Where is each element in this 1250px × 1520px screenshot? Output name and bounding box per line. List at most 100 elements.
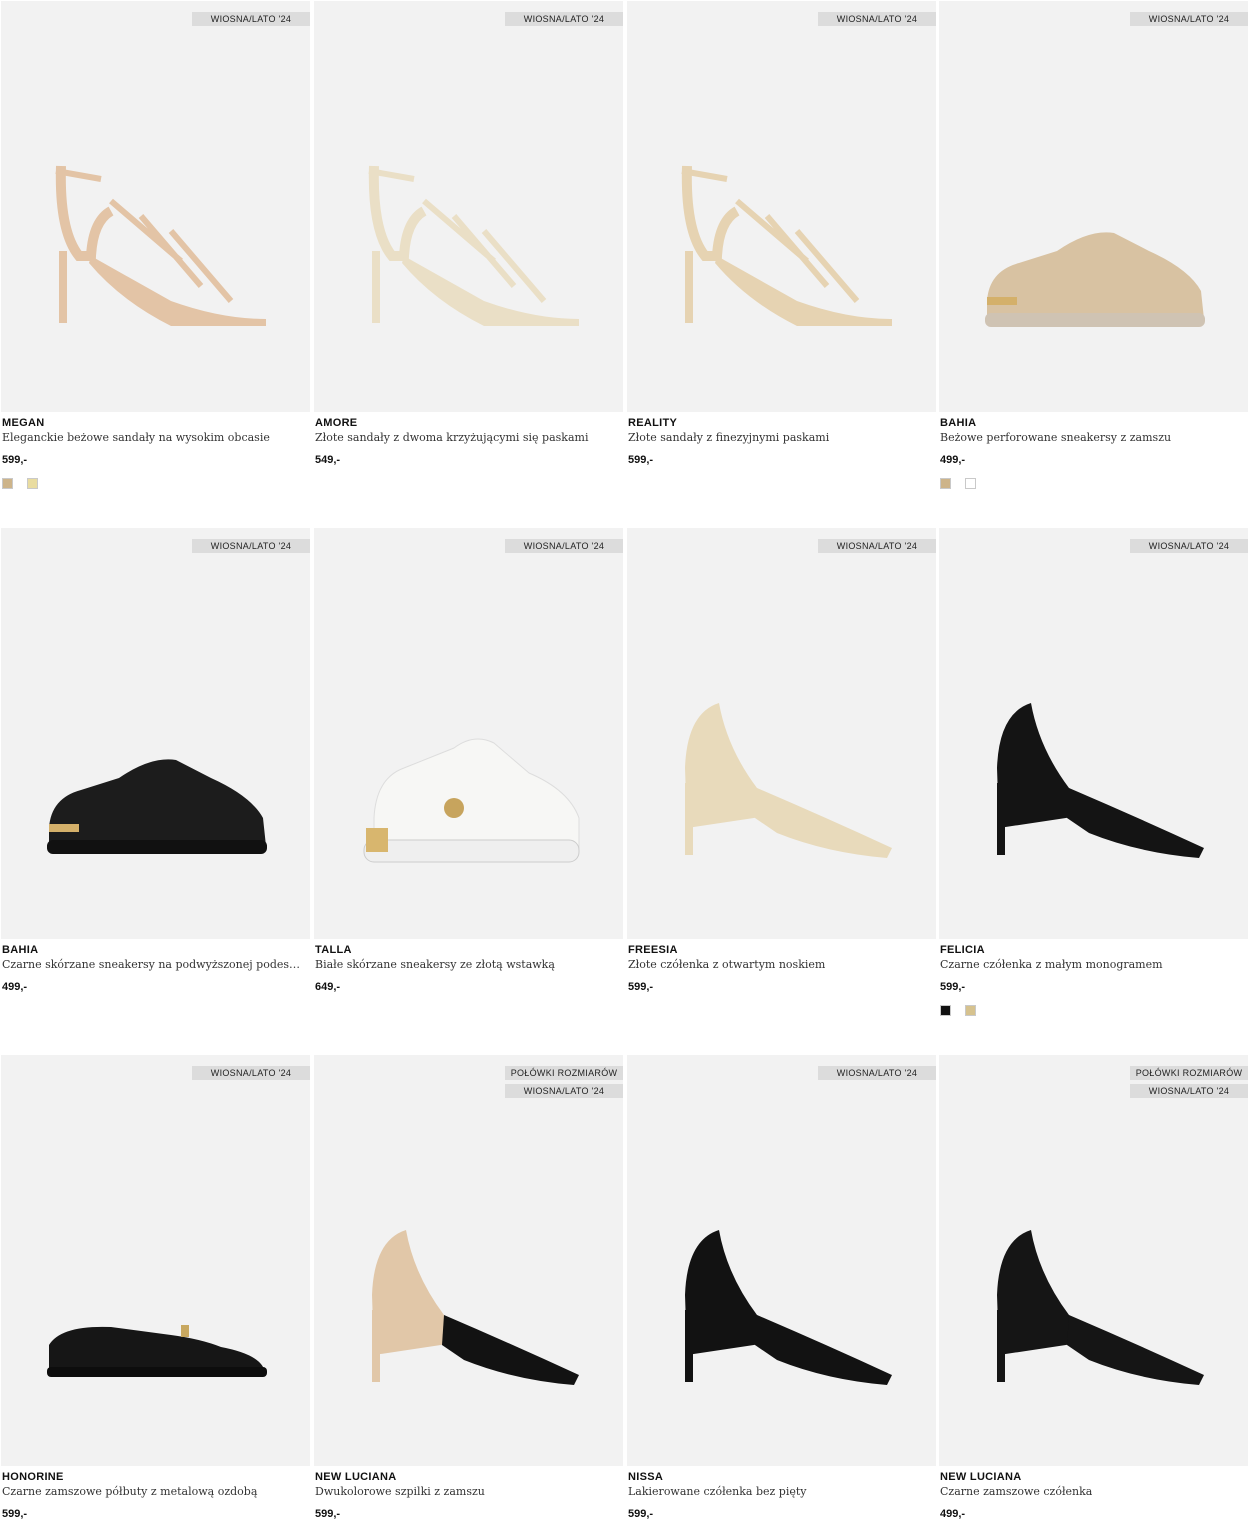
color-swatch[interactable]: [940, 478, 951, 489]
product-name[interactable]: NEW LUCIANA: [940, 1471, 1248, 1483]
product-image[interactable]: POŁÓWKI ROZMIARÓW WIOSNA/LATO '24: [314, 1055, 623, 1466]
product-description[interactable]: Beżowe perforowane sneakersy z zamszu: [940, 431, 1240, 444]
product-name[interactable]: TALLA: [315, 944, 623, 956]
product-card[interactable]: WIOSNA/LATO '24 NISSA Lakierowane czółenka…: [627, 1055, 936, 1520]
product-image[interactable]: WIOSNA/LATO '24: [314, 1, 623, 412]
product-card[interactable]: POŁÓWKI ROZMIARÓW WIOSNA/LATO '24 NEW LUCI…: [939, 1055, 1248, 1520]
badge-stack: WIOSNA/LATO '24: [818, 1066, 936, 1080]
badge-stack: WIOSNA/LATO '24: [505, 539, 623, 553]
sneaker-image: [363, 738, 580, 863]
product-card[interactable]: WIOSNA/LATO '24 BAHIA Beżowe perforowane s…: [939, 1, 1248, 489]
product-name[interactable]: FELICIA: [940, 944, 1248, 956]
color-swatch[interactable]: [965, 478, 976, 489]
pump-image: [997, 703, 1204, 858]
season-badge: WIOSNA/LATO '24: [192, 12, 310, 26]
season-badge: WIOSNA/LATO '24: [505, 1084, 623, 1098]
product-description[interactable]: Złote sandały z dwoma krzyżującymi się p…: [315, 431, 615, 444]
product-name[interactable]: AMORE: [315, 417, 623, 429]
pump-image: [685, 703, 892, 858]
pump-image: [372, 1230, 579, 1385]
badge-stack: WIOSNA/LATO '24: [818, 12, 936, 26]
sneaker-image: [985, 232, 1205, 327]
product-image[interactable]: WIOSNA/LATO '24: [939, 1, 1248, 412]
product-name[interactable]: NEW LUCIANA: [315, 1471, 623, 1483]
season-badge: WIOSNA/LATO '24: [192, 539, 310, 553]
product-price: 599,-: [628, 1508, 654, 1520]
product-image[interactable]: WIOSNA/LATO '24: [627, 1, 936, 412]
product-price: 599,-: [2, 1508, 28, 1520]
product-description[interactable]: Czarne skórzane sneakersy na podwyższone…: [2, 958, 302, 971]
product-card[interactable]: POŁÓWKI ROZMIARÓW WIOSNA/LATO '24 NEW LUCI…: [314, 1055, 623, 1520]
sandal-image: [681, 165, 892, 326]
product-name[interactable]: NISSA: [628, 1471, 936, 1483]
product-card[interactable]: WIOSNA/LATO '24 HONORINE Czarne zamszowe p…: [1, 1055, 310, 1520]
product-image[interactable]: WIOSNA/LATO '24: [627, 528, 936, 939]
product-description[interactable]: Białe skórzane sneakersy ze złotą wstawk…: [315, 958, 615, 971]
product-card[interactable]: WIOSNA/LATO '24 TALLA Białe skórzane sneak…: [314, 528, 623, 993]
product-card[interactable]: WIOSNA/LATO '24 FELICIA Czarne czółenka z …: [939, 528, 1248, 1016]
season-badge: WIOSNA/LATO '24: [818, 1066, 936, 1080]
badge-stack: WIOSNA/LATO '24: [818, 539, 936, 553]
loafer-image: [47, 1325, 267, 1377]
season-badge: POŁÓWKI ROZMIARÓW: [1130, 1066, 1248, 1080]
product-price: 649,-: [315, 981, 341, 993]
color-swatch[interactable]: [965, 1005, 976, 1016]
product-description[interactable]: Lakierowane czółenka bez pięty: [628, 1485, 928, 1498]
product-name[interactable]: HONORINE: [2, 1471, 310, 1483]
season-badge: WIOSNA/LATO '24: [1130, 1084, 1248, 1098]
product-card[interactable]: WIOSNA/LATO '24 MEGAN Eleganckie beżowe sa…: [1, 1, 310, 489]
product-price: 599,-: [940, 981, 966, 993]
product-description[interactable]: Czarne zamszowe półbuty z metalową ozdob…: [2, 1485, 302, 1498]
product-image[interactable]: WIOSNA/LATO '24: [627, 1055, 936, 1466]
color-swatches: [940, 1005, 1248, 1016]
season-badge: WIOSNA/LATO '24: [505, 539, 623, 553]
product-card[interactable]: WIOSNA/LATO '24 BAHIA Czarne skórzane snea…: [1, 528, 310, 993]
product-price: 549,-: [315, 454, 341, 466]
product-description[interactable]: Czarne zamszowe czółenka: [940, 1485, 1240, 1498]
color-swatch[interactable]: [940, 1005, 951, 1016]
season-badge: POŁÓWKI ROZMIARÓW: [505, 1066, 623, 1080]
product-description[interactable]: Eleganckie beżowe sandały na wysokim obc…: [2, 431, 302, 444]
product-description[interactable]: Dwukolorowe szpilki z zamszu: [315, 1485, 615, 1498]
color-swatch[interactable]: [27, 478, 38, 489]
product-card[interactable]: WIOSNA/LATO '24 REALITY Złote sandały z fi…: [627, 1, 936, 466]
product-price: 499,-: [2, 981, 28, 993]
color-swatch[interactable]: [2, 478, 13, 489]
product-description[interactable]: Złote czółenka z otwartym noskiem: [628, 958, 928, 971]
badge-stack: WIOSNA/LATO '24: [505, 12, 623, 26]
product-image[interactable]: WIOSNA/LATO '24: [939, 528, 1248, 939]
product-name[interactable]: FREESIA: [628, 944, 936, 956]
product-price: 499,-: [940, 454, 966, 466]
product-card[interactable]: WIOSNA/LATO '24 FREESIA Złote czółenka z o…: [627, 528, 936, 993]
pump-image: [685, 1230, 892, 1385]
badge-stack: WIOSNA/LATO '24: [1130, 12, 1248, 26]
badge-stack: POŁÓWKI ROZMIARÓW WIOSNA/LATO '24: [1130, 1066, 1248, 1098]
season-badge: WIOSNA/LATO '24: [505, 12, 623, 26]
product-image[interactable]: POŁÓWKI ROZMIARÓW WIOSNA/LATO '24: [939, 1055, 1248, 1466]
season-badge: WIOSNA/LATO '24: [818, 12, 936, 26]
product-description[interactable]: Złote sandały z finezyjnymi paskami: [628, 431, 928, 444]
product-image[interactable]: WIOSNA/LATO '24: [1, 1, 310, 412]
product-price: 499,-: [940, 1508, 966, 1520]
badge-stack: POŁÓWKI ROZMIARÓW WIOSNA/LATO '24: [505, 1066, 623, 1098]
product-name[interactable]: REALITY: [628, 417, 936, 429]
product-name[interactable]: BAHIA: [2, 944, 310, 956]
color-swatches: [2, 478, 310, 489]
sneaker-image: [47, 759, 267, 854]
product-description[interactable]: Czarne czółenka z małym monogramem: [940, 958, 1240, 971]
product-name[interactable]: MEGAN: [2, 417, 310, 429]
product-image[interactable]: WIOSNA/LATO '24: [1, 528, 310, 939]
badge-stack: WIOSNA/LATO '24: [192, 539, 310, 553]
product-price: 599,-: [628, 454, 654, 466]
pump-image: [997, 1230, 1204, 1385]
product-price: 599,-: [628, 981, 654, 993]
sandal-image: [55, 165, 266, 326]
color-swatches: [940, 478, 1248, 489]
product-card[interactable]: WIOSNA/LATO '24 AMORE Złote sandały z dwom…: [314, 1, 623, 466]
product-image[interactable]: WIOSNA/LATO '24: [1, 1055, 310, 1466]
product-image[interactable]: WIOSNA/LATO '24: [314, 528, 623, 939]
product-name[interactable]: BAHIA: [940, 417, 1248, 429]
season-badge: WIOSNA/LATO '24: [818, 539, 936, 553]
season-badge: WIOSNA/LATO '24: [192, 1066, 310, 1080]
badge-stack: WIOSNA/LATO '24: [192, 1066, 310, 1080]
